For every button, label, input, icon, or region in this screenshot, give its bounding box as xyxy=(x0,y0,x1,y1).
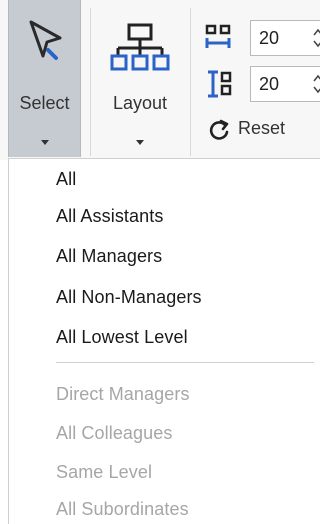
reset-button[interactable]: Reset xyxy=(208,116,320,144)
menu-item-all-subordinates: All Subordinates xyxy=(56,499,189,519)
menu-item-all-colleagues: All Colleagues xyxy=(56,423,173,443)
menu-separator xyxy=(56,362,314,363)
horizontal-spacing-control: 20 xyxy=(204,20,320,56)
org-chart-icon xyxy=(110,23,170,71)
layout-button[interactable]: Layout xyxy=(100,0,180,157)
select-button[interactable]: Select xyxy=(8,0,81,157)
reset-refresh-icon xyxy=(209,119,229,140)
cursor-arrow-icon xyxy=(29,20,62,60)
vertical-spacing-control: 20 xyxy=(204,66,320,102)
menu-item-same-level: Same Level xyxy=(56,462,153,482)
select-dropdown-menu: All All Assistants All Managers All Non-… xyxy=(8,158,320,524)
menu-item-all-assistants[interactable]: All Assistants xyxy=(56,206,163,227)
menu-item-all-non-managers[interactable]: All Non-Managers xyxy=(56,287,202,308)
horizontal-spacing-icon xyxy=(205,24,231,48)
chevron-down-icon xyxy=(40,140,49,145)
menu-item-all[interactable]: All xyxy=(56,169,76,190)
spinner-arrows-icon[interactable] xyxy=(312,72,320,96)
menu-item-all-managers[interactable]: All Managers xyxy=(56,246,162,267)
layout-button-label: Layout xyxy=(112,93,168,113)
reset-button-label: Reset xyxy=(238,118,286,138)
ribbon-divider xyxy=(190,8,191,156)
select-button-label: Select xyxy=(19,93,70,113)
vertical-spacing-icon xyxy=(208,70,232,98)
ribbon-toolbar: Select Layout 20 20 Reset xyxy=(0,0,320,160)
vertical-spacing-input[interactable]: 20 xyxy=(250,66,320,102)
chevron-down-icon xyxy=(136,140,144,145)
spinner-arrows-icon[interactable] xyxy=(312,26,320,50)
horizontal-spacing-input[interactable]: 20 xyxy=(250,20,320,56)
ribbon-divider xyxy=(90,8,91,156)
menu-item-direct-managers: Direct Managers xyxy=(56,384,190,404)
menu-item-all-lowest-level[interactable]: All Lowest Level xyxy=(56,327,188,348)
